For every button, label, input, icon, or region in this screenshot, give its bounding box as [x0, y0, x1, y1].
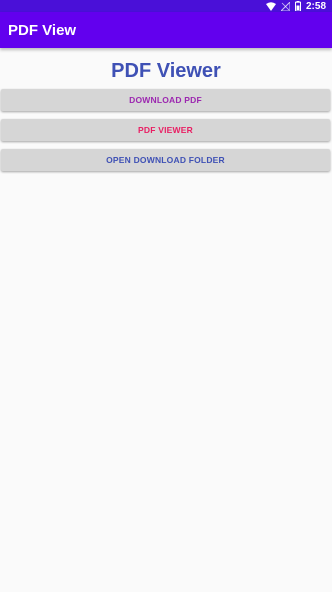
status-bar: 2:58	[0, 0, 332, 12]
pdf-viewer-button[interactable]: PDF VIEWER	[1, 119, 330, 141]
app-bar: PDF View	[0, 12, 332, 48]
app-title: PDF View	[8, 21, 77, 39]
open-download-folder-button-label: OPEN DOWNLOAD FOLDER	[106, 155, 225, 165]
download-pdf-button[interactable]: DOWNLOAD PDF	[1, 89, 330, 111]
download-pdf-button-label: DOWNLOAD PDF	[129, 95, 202, 105]
page-title: PDF Viewer	[111, 60, 221, 82]
wifi-icon	[265, 1, 276, 11]
signal-icon	[280, 1, 290, 11]
battery-icon	[294, 1, 301, 11]
status-time: 2:58	[305, 0, 326, 12]
pdf-viewer-button-label: PDF VIEWER	[138, 125, 193, 135]
open-download-folder-button[interactable]: OPEN DOWNLOAD FOLDER	[1, 149, 330, 171]
